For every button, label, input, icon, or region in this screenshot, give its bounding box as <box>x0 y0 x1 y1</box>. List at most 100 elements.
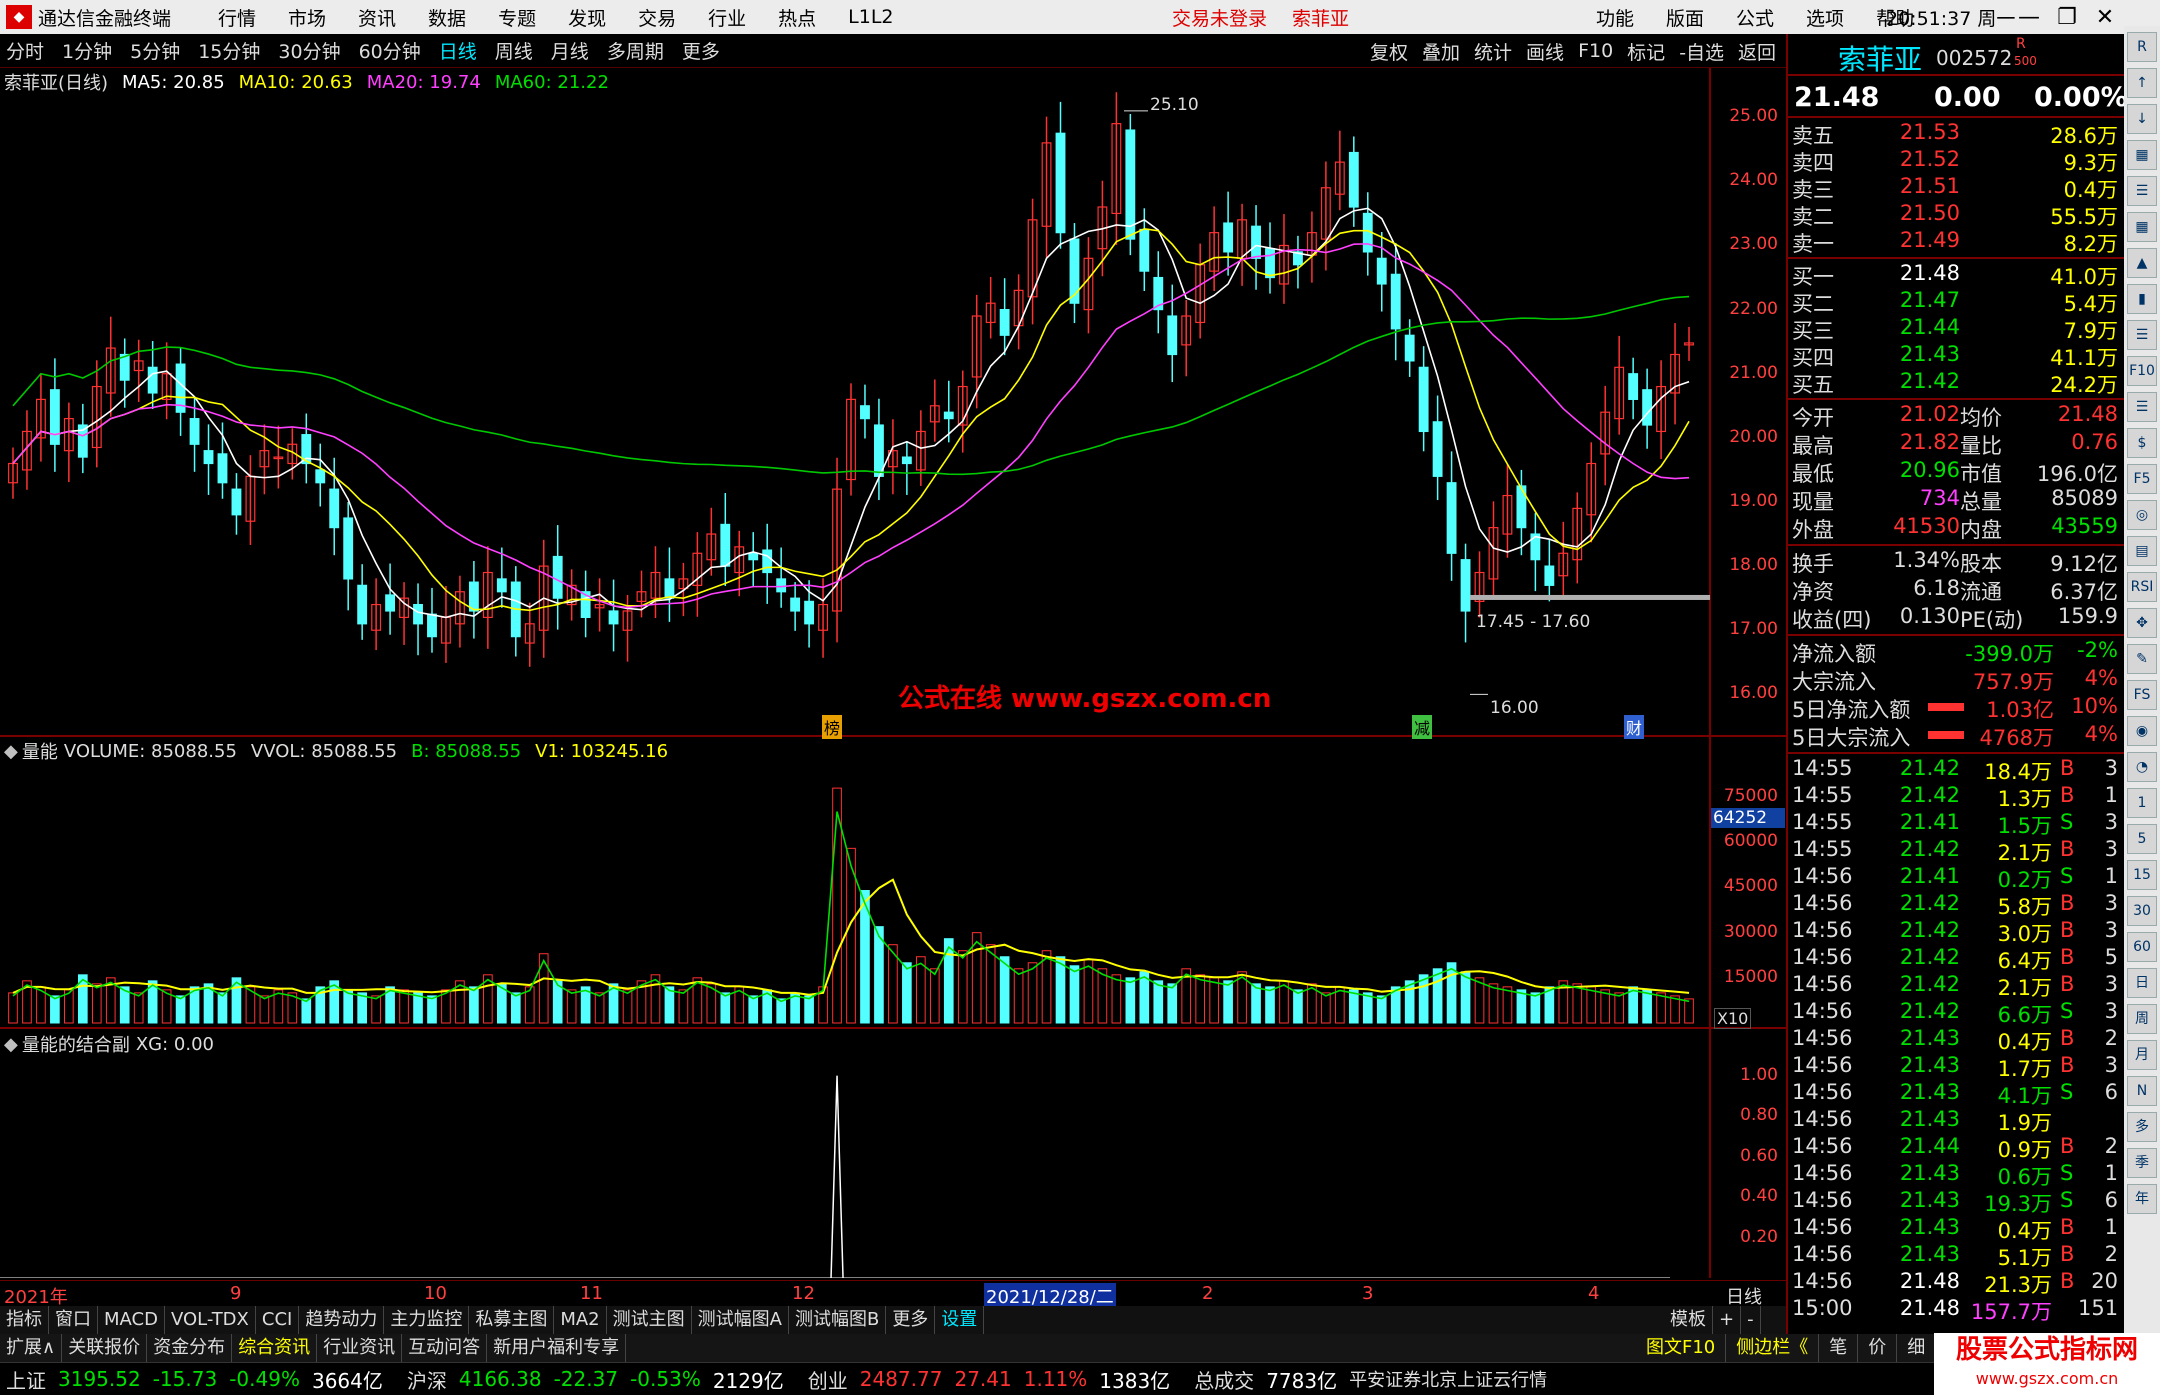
period-tab-10[interactable]: 更多 <box>682 37 720 64</box>
restore-icon[interactable]: ❐ <box>2048 5 2086 30</box>
sidebar-icon-10[interactable]: ☰ <box>2127 392 2157 422</box>
period-tab-0[interactable]: 分时 <box>6 37 44 64</box>
sidebar-icon-20[interactable]: ◔ <box>2127 752 2157 782</box>
ind-tab-3[interactable]: VOL-TDX <box>165 1306 256 1334</box>
ind-tab-2[interactable]: MACD <box>98 1306 165 1334</box>
template-btn-1[interactable]: + <box>1713 1306 1742 1334</box>
menu-9[interactable]: L1L2 <box>848 6 893 28</box>
ext-right-2[interactable]: 笔 <box>1819 1334 1859 1362</box>
right-menu-0[interactable]: 功能 <box>1596 4 1634 31</box>
right-menu-3[interactable]: 选项 <box>1806 4 1844 31</box>
period-tab-8[interactable]: 月线 <box>551 37 589 64</box>
ind-tab-1[interactable]: 窗口 <box>49 1306 98 1334</box>
tool-5[interactable]: 标记 <box>1627 38 1665 65</box>
sidebar-icon-8[interactable]: ☰ <box>2127 320 2157 350</box>
collapse-icon-2[interactable]: ◆ <box>4 1034 18 1055</box>
tool-7[interactable]: 返回 <box>1738 38 1776 65</box>
sidebar-icon-18[interactable]: FS <box>2127 680 2157 710</box>
ind-tab-11[interactable]: 测试幅图B <box>789 1306 887 1334</box>
ext-tab-4[interactable]: 行业资讯 <box>317 1334 403 1362</box>
ext-tab-6[interactable]: 新用户福利专享 <box>487 1334 627 1362</box>
menu-7[interactable]: 行业 <box>708 4 746 31</box>
index-name-0[interactable]: 上证 <box>6 1365 46 1394</box>
sidebar-icon-31[interactable]: 季 <box>2127 1148 2157 1178</box>
sidebar-icon-25[interactable]: 60 <box>2127 932 2157 962</box>
sidebar-icon-30[interactable]: 多 <box>2127 1112 2157 1142</box>
sidebar-icon-4[interactable]: ☰ <box>2127 176 2157 206</box>
ind-tab-6[interactable]: 主力监控 <box>384 1306 470 1334</box>
menu-5[interactable]: 发现 <box>568 4 606 31</box>
right-menu-2[interactable]: 公式 <box>1736 4 1774 31</box>
kline-chart[interactable] <box>0 68 1786 1278</box>
sidebar-icon-16[interactable]: ✥ <box>2127 608 2157 638</box>
sidebar-icon-21[interactable]: 1 <box>2127 788 2157 818</box>
ext-tab-5[interactable]: 互动问答 <box>402 1334 488 1362</box>
sidebar-icon-3[interactable]: ▦ <box>2127 140 2157 170</box>
period-tab-9[interactable]: 多周期 <box>607 37 664 64</box>
index-name-1[interactable]: 沪深 <box>407 1365 447 1394</box>
tool-1[interactable]: 叠加 <box>1422 38 1460 65</box>
menu-4[interactable]: 专题 <box>498 4 536 31</box>
ind-tab-8[interactable]: MA2 <box>554 1306 607 1334</box>
sidebar-icon-29[interactable]: N <box>2127 1076 2157 1106</box>
right-menu-1[interactable]: 版面 <box>1666 4 1704 31</box>
ext-tab-1[interactable]: 关联报价 <box>62 1334 148 1362</box>
ext-right-4[interactable]: 细 <box>1897 1334 1937 1362</box>
sidebar-icon-9[interactable]: F10 <box>2127 356 2157 386</box>
sidebar-icon-32[interactable]: 年 <box>2127 1184 2157 1214</box>
sidebar-icon-28[interactable]: 月 <box>2127 1040 2157 1070</box>
template-btn-2[interactable]: - <box>1741 1306 1761 1334</box>
sidebar-icon-22[interactable]: 5 <box>2127 824 2157 854</box>
menu-0[interactable]: 行情 <box>218 4 256 31</box>
sidebar-icon-24[interactable]: 30 <box>2127 896 2157 926</box>
ext-tab-2[interactable]: 资金分布 <box>147 1334 233 1362</box>
sidebar-icon-11[interactable]: $ <box>2127 428 2157 458</box>
period-tab-6[interactable]: 日线 <box>439 37 477 64</box>
sidebar-icon-13[interactable]: ◎ <box>2127 500 2157 530</box>
ind-tab-13[interactable]: 设置 <box>935 1306 985 1334</box>
menu-1[interactable]: 市场 <box>288 4 326 31</box>
menu-8[interactable]: 热点 <box>778 4 816 31</box>
tool-0[interactable]: 复权 <box>1370 38 1408 65</box>
sidebar-icon-19[interactable]: ◉ <box>2127 716 2157 746</box>
ind-tab-0[interactable]: 指标 <box>0 1306 49 1334</box>
sidebar-icon-7[interactable]: ▮ <box>2127 284 2157 314</box>
close-icon[interactable]: ✕ <box>2086 5 2124 30</box>
period-tab-5[interactable]: 60分钟 <box>359 37 421 64</box>
sidebar-icon-5[interactable]: ▦ <box>2127 212 2157 242</box>
ext-tab-0[interactable]: 扩展∧ <box>0 1334 63 1362</box>
ind-tab-7[interactable]: 私募主图 <box>469 1306 555 1334</box>
tool-2[interactable]: 统计 <box>1474 38 1512 65</box>
menu-6[interactable]: 交易 <box>638 4 676 31</box>
ind-tab-12[interactable]: 更多 <box>886 1306 936 1334</box>
ext-right-3[interactable]: 价 <box>1858 1334 1898 1362</box>
menu-2[interactable]: 资讯 <box>358 4 396 31</box>
minimize-icon[interactable]: — <box>2010 5 2048 30</box>
sidebar-icon-26[interactable]: 日 <box>2127 968 2157 998</box>
index-name-2[interactable]: 创业 <box>808 1365 848 1394</box>
tool-3[interactable]: 画线 <box>1526 38 1564 65</box>
sidebar-icon-14[interactable]: ▤ <box>2127 536 2157 566</box>
ind-tab-4[interactable]: CCI <box>256 1306 300 1334</box>
period-tab-1[interactable]: 1分钟 <box>62 37 112 64</box>
sidebar-icon-12[interactable]: F5 <box>2127 464 2157 494</box>
sidebar-icon-27[interactable]: 周 <box>2127 1004 2157 1034</box>
period-tab-4[interactable]: 30分钟 <box>278 37 340 64</box>
ind-tab-10[interactable]: 测试幅图A <box>692 1306 789 1334</box>
tool-6[interactable]: -自选 <box>1679 38 1724 65</box>
sidebar-icon-1[interactable]: ↑ <box>2127 68 2157 98</box>
sidebar-icon-15[interactable]: RSI <box>2127 572 2157 602</box>
period-tab-2[interactable]: 5分钟 <box>130 37 180 64</box>
collapse-icon[interactable]: ◆ <box>4 741 18 762</box>
sidebar-icon-0[interactable]: R <box>2127 32 2157 62</box>
sidebar-icon-6[interactable]: ▲ <box>2127 248 2157 278</box>
login-status[interactable]: 交易未登录 <box>1172 4 1267 31</box>
ext-right-0[interactable]: 图文F10 <box>1636 1334 1727 1362</box>
period-tab-3[interactable]: 15分钟 <box>198 37 260 64</box>
sidebar-icon-2[interactable]: ↓ <box>2127 104 2157 134</box>
ext-tab-3[interactable]: 综合资讯 <box>232 1334 318 1362</box>
template-btn-0[interactable]: 模板 <box>1664 1306 1713 1334</box>
ind-tab-5[interactable]: 趋势动力 <box>299 1306 385 1334</box>
sidebar-icon-23[interactable]: 15 <box>2127 860 2157 890</box>
period-tab-7[interactable]: 周线 <box>495 37 533 64</box>
